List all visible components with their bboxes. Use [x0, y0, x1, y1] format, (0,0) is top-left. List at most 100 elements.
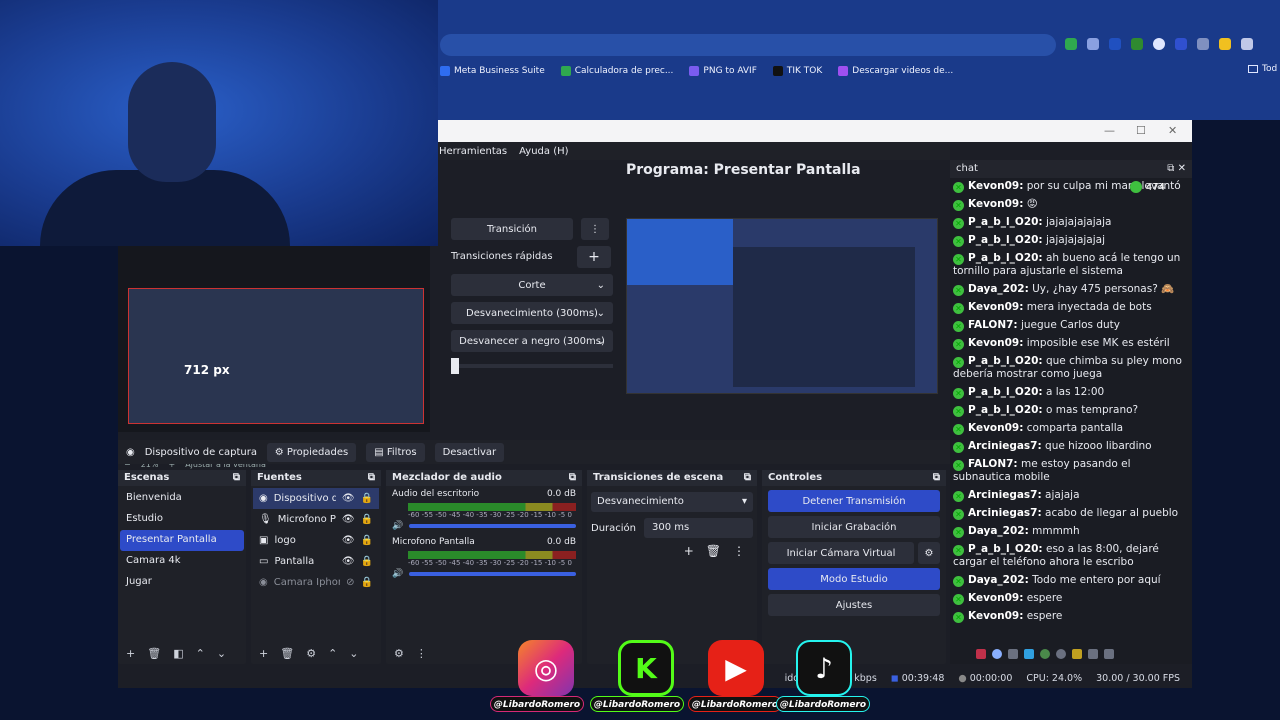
- add-quick-transition-icon[interactable]: +: [577, 246, 611, 268]
- chat-username[interactable]: Kevon09:: [968, 337, 1023, 349]
- tbar-slider[interactable]: [451, 364, 613, 368]
- extension-icon[interactable]: [1219, 38, 1231, 50]
- chat-username[interactable]: P_a_b_l_O20:: [968, 216, 1043, 228]
- bell-icon[interactable]: [1008, 649, 1018, 659]
- lock-icon[interactable]: 🔒: [361, 535, 373, 546]
- bookmark-tiktok[interactable]: TIK TOK: [772, 64, 822, 78]
- source-item-logo[interactable]: ▣ logo 👁 🔒: [253, 530, 379, 551]
- transition-button[interactable]: Transición: [451, 218, 573, 240]
- chat-username[interactable]: Daya_202:: [968, 283, 1029, 295]
- extension-icon[interactable]: [1109, 38, 1121, 50]
- trash-icon[interactable]: 🗑: [147, 647, 161, 660]
- eye-icon[interactable]: 👁: [342, 514, 355, 525]
- extension-icon[interactable]: [1153, 38, 1165, 50]
- gear-icon[interactable]: ⚙: [306, 647, 316, 660]
- tbar-handle[interactable]: [451, 358, 459, 374]
- volume-slider[interactable]: [409, 524, 576, 528]
- trash-icon[interactable]: 🗑: [706, 544, 721, 558]
- move-up-icon[interactable]: ⌃: [328, 647, 337, 660]
- filter-icon[interactable]: [1024, 649, 1034, 659]
- stop-stream-button[interactable]: Detener Transmisión: [768, 490, 940, 512]
- source-item-capture-device[interactable]: ◉Dispositivo de c👁🔒: [253, 488, 379, 509]
- deactivate-button[interactable]: Desactivar: [434, 442, 505, 462]
- eye-icon[interactable]: 👁: [342, 493, 355, 504]
- chat-username[interactable]: FALON7:: [968, 319, 1018, 331]
- filters-button[interactable]: ▤ Filtros: [366, 442, 425, 462]
- minimize-icon[interactable]: —: [1104, 124, 1115, 137]
- float-icon[interactable]: ⧉: [368, 472, 375, 484]
- float-icon[interactable]: ⧉: [1167, 163, 1174, 174]
- chat-username[interactable]: Kevon09:: [968, 198, 1023, 210]
- scene-filters-icon[interactable]: ◧: [173, 647, 183, 660]
- chat-username[interactable]: P_a_b_l_O20:: [968, 543, 1043, 555]
- scene-item-estudio[interactable]: Estudio: [120, 509, 244, 530]
- move-down-icon[interactable]: ⌄: [217, 647, 226, 660]
- quick-transition-fade-black[interactable]: Desvanecer a negro (300ms) ⌄: [451, 330, 613, 352]
- add-icon[interactable]: +: [126, 647, 135, 660]
- shield-extension-icon[interactable]: [1065, 38, 1077, 50]
- scene-item-camara-4k[interactable]: Camara 4k: [120, 551, 244, 572]
- chat-username[interactable]: Kevon09:: [968, 610, 1023, 622]
- bookmark-png-to-avif[interactable]: PNG to AVIF: [689, 64, 757, 78]
- maximize-icon[interactable]: ☐: [1136, 124, 1146, 137]
- quick-transition-fade[interactable]: Desvanecimiento (300ms) ⌄: [451, 302, 613, 324]
- gear-icon[interactable]: ⚙: [918, 542, 940, 564]
- more-options-icon[interactable]: ⋮: [581, 218, 609, 240]
- lock-icon[interactable]: 🔒: [361, 577, 373, 588]
- lock-icon[interactable]: 🔒: [361, 514, 373, 525]
- bookmark-meta-business[interactable]: Meta Business Suite: [440, 64, 545, 78]
- menu-ayuda[interactable]: Ayuda (H): [519, 146, 568, 157]
- chat-username[interactable]: Arciniegas7:: [968, 507, 1042, 519]
- eye-icon[interactable]: 👁: [342, 556, 355, 567]
- pause-icon[interactable]: [976, 649, 986, 659]
- properties-button[interactable]: ⚙ Propiedades: [266, 442, 357, 462]
- start-virtual-camera-button[interactable]: Iniciar Cámara Virtual: [768, 542, 914, 564]
- chat-username[interactable]: Arciniegas7:: [968, 489, 1042, 501]
- chat-username[interactable]: Daya_202:: [968, 574, 1029, 586]
- chat-username[interactable]: P_a_b_l_O20:: [968, 355, 1043, 367]
- close-icon[interactable]: ✕: [1168, 124, 1177, 137]
- bookmark-calculadora[interactable]: Calculadora de prec...: [560, 64, 673, 78]
- eye-icon[interactable]: 👁: [342, 535, 355, 546]
- chat-username[interactable]: P_a_b_l_O20:: [968, 404, 1043, 416]
- chat-username[interactable]: Arciniegas7:: [968, 440, 1042, 452]
- more-options-icon[interactable]: ⋮: [416, 647, 427, 660]
- chat-icon[interactable]: [992, 649, 1002, 659]
- volume-icon[interactable]: [1088, 649, 1098, 659]
- menu-herramientas[interactable]: Herramientas: [439, 146, 507, 157]
- move-up-icon[interactable]: ⌃: [196, 647, 205, 660]
- start-recording-button[interactable]: Iniciar Grabación: [768, 516, 940, 538]
- scene-item-bienvenida[interactable]: Bienvenida: [120, 488, 244, 509]
- extension-icon[interactable]: [1175, 38, 1187, 50]
- bookmark-folder-todos[interactable]: Tod: [1248, 64, 1277, 74]
- eye-hidden-icon[interactable]: ⊘: [346, 577, 354, 588]
- studio-mode-button[interactable]: Modo Estudio: [768, 568, 940, 590]
- chat-username[interactable]: FALON7:: [968, 458, 1018, 470]
- hammer-icon[interactable]: [1072, 649, 1082, 659]
- settings-button[interactable]: Ajustes: [768, 594, 940, 616]
- volume-slider[interactable]: [409, 572, 576, 576]
- extension-icon[interactable]: [1087, 38, 1099, 50]
- settings-icon[interactable]: [1056, 649, 1066, 659]
- float-icon[interactable]: ⧉: [744, 472, 751, 484]
- trash-icon[interactable]: 🗑: [280, 647, 294, 660]
- speaker-icon[interactable]: 🔊: [392, 521, 403, 531]
- source-item-pantalla[interactable]: ▭ Pantalla 👁 🔒: [253, 551, 379, 572]
- speaker-icon[interactable]: 🔊: [392, 569, 403, 579]
- preview-canvas[interactable]: [128, 288, 424, 424]
- quick-transition-cut[interactable]: Corte ⌄: [451, 274, 613, 296]
- chat-username[interactable]: P_a_b_l_O20:: [968, 234, 1043, 246]
- chat-username[interactable]: Daya_202:: [968, 525, 1029, 537]
- chat-username[interactable]: Kevon09:: [968, 180, 1023, 192]
- collapse-icon[interactable]: [1104, 649, 1114, 659]
- float-icon[interactable]: ⧉: [233, 472, 240, 484]
- chat-username[interactable]: Kevon09:: [968, 422, 1023, 434]
- emote-icon[interactable]: [1040, 649, 1050, 659]
- scene-item-jugar[interactable]: Jugar: [120, 572, 244, 593]
- add-icon[interactable]: +: [259, 647, 268, 660]
- close-icon[interactable]: ✕: [1178, 163, 1186, 174]
- source-item-microfono[interactable]: 🎙Microfono Pant👁🔒: [253, 509, 379, 530]
- add-icon[interactable]: +: [684, 544, 694, 558]
- chat-username[interactable]: Kevon09:: [968, 301, 1023, 313]
- transition-select[interactable]: Desvanecimiento ▾: [591, 492, 753, 512]
